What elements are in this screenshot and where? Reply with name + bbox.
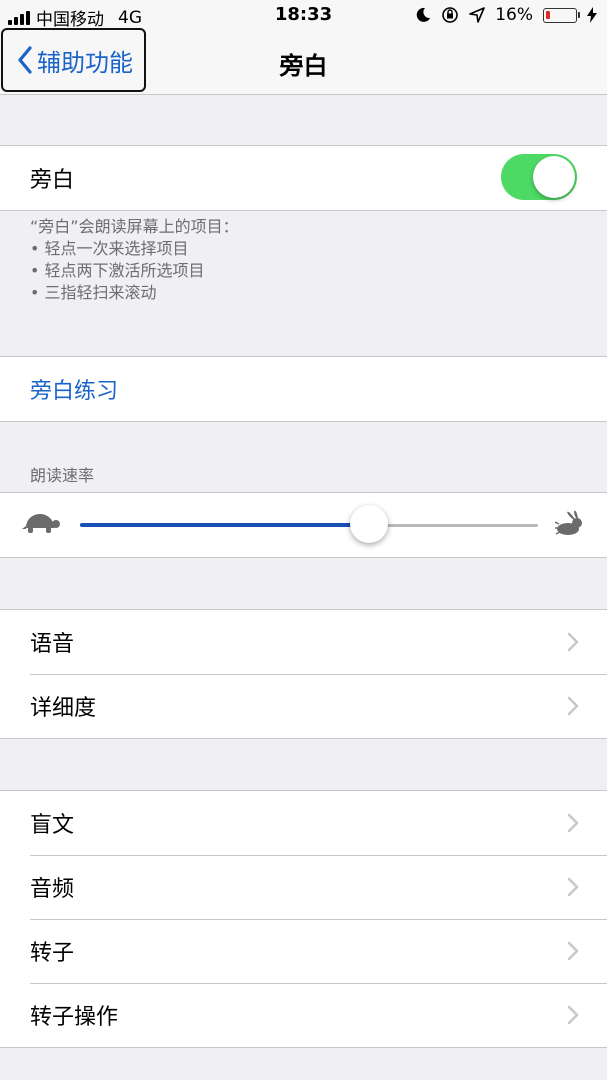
charging-bolt-icon [587, 7, 597, 23]
speaking-rate-header: 朗读速率 [30, 466, 95, 485]
verbosity-row[interactable]: 详细度 [0, 674, 607, 738]
navigation-bar: 辅助功能 旁白 [0, 28, 607, 95]
chevron-right-icon [567, 877, 579, 897]
rotor-row[interactable]: 转子 [0, 919, 607, 983]
footnote-item: • 轻点一次来选择项目 [30, 239, 189, 258]
switch-knob [533, 156, 575, 198]
slider-thumb[interactable] [349, 505, 388, 543]
voiceover-switch[interactable] [501, 154, 577, 200]
braille-row[interactable]: 盲文 [0, 791, 607, 855]
slider-track-fill [80, 523, 369, 527]
rotor-actions-row[interactable]: 转子操作 [0, 983, 607, 1047]
voiceover-label: 旁白 [30, 168, 75, 193]
location-arrow-icon [469, 7, 486, 23]
row-label: 语音 [30, 632, 75, 657]
voiceover-footnote: “旁白”会朗读屏幕上的项目： • 轻点一次来选择项目 • 轻点两下激活所选项目 … [30, 216, 239, 304]
row-label: 盲文 [30, 813, 75, 838]
voice-settings-group: 语音 详细度 [0, 609, 607, 739]
orientation-lock-icon [442, 7, 459, 23]
footnote-item: • 三指轻扫来滚动 [30, 283, 157, 302]
voiceover-practice-label: 旁白练习 [30, 379, 119, 404]
row-label: 转子操作 [30, 1005, 119, 1030]
footnote-intro: “旁白”会朗读屏幕上的项目： [30, 217, 239, 236]
chevron-right-icon [567, 696, 579, 716]
voiceover-practice-button[interactable]: 旁白练习 [0, 357, 607, 421]
practice-group: 旁白练习 [0, 356, 607, 422]
more-settings-group: 盲文 音频 转子 转子操作 [0, 790, 607, 1048]
voiceover-row: 旁白 [0, 146, 607, 210]
chevron-right-icon [567, 941, 579, 961]
speaking-rate-group [0, 492, 607, 558]
footnote-item: • 轻点两下激活所选项目 [30, 261, 205, 280]
chevron-right-icon [567, 1005, 579, 1025]
voiceover-toggle-group: 旁白 [0, 145, 607, 211]
battery-icon [543, 7, 580, 23]
do-not-disturb-moon-icon [416, 7, 431, 22]
chevron-right-icon [567, 813, 579, 833]
turtle-icon [22, 514, 60, 533]
rabbit-icon [555, 510, 582, 535]
status-bar-right: 16% [415, 5, 597, 25]
audio-row[interactable]: 音频 [0, 855, 607, 919]
row-label: 详细度 [30, 696, 97, 721]
row-label: 转子 [30, 941, 75, 966]
row-label: 音频 [30, 877, 75, 902]
chevron-right-icon [567, 632, 579, 652]
status-bar: 中国移动 4G 18:33 16% [0, 0, 607, 30]
page-title: 旁白 [279, 52, 328, 80]
voice-row[interactable]: 语音 [0, 610, 607, 674]
battery-percent: 16% [495, 5, 533, 25]
speaking-rate-slider[interactable] [0, 493, 607, 557]
